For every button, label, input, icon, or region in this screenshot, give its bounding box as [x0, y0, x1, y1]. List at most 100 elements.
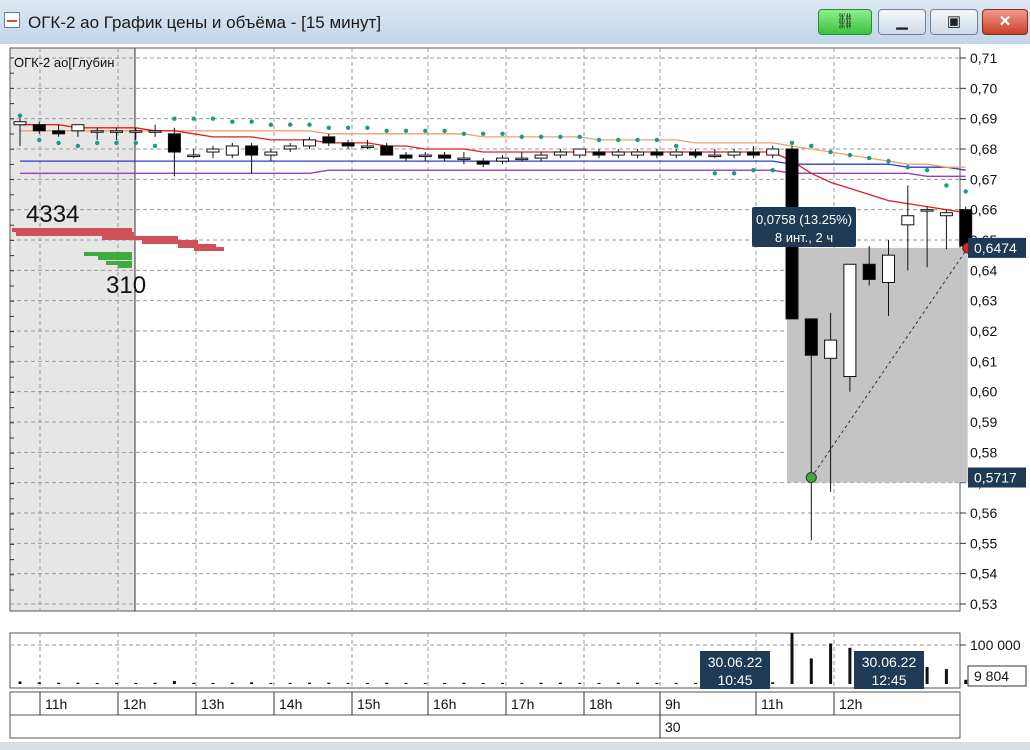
- measurement-change-label: 0,0758 (13.25%): [756, 212, 852, 227]
- candle-down: [52, 130, 66, 135]
- volume-bar: [520, 682, 524, 684]
- minimize-icon: ▁: [896, 13, 908, 30]
- candle-up: [882, 254, 895, 283]
- volume-bar: [848, 647, 852, 684]
- psar-dot: [924, 168, 930, 173]
- minimize-button[interactable]: ▁: [878, 9, 926, 35]
- volume-bar: [790, 632, 794, 684]
- volume-bar: [636, 682, 640, 684]
- candle-down: [245, 145, 259, 156]
- date-tag-right-date: 30.06.22: [862, 654, 917, 670]
- depth-sell-bar: [142, 240, 198, 244]
- candle-up: [303, 139, 316, 147]
- price-volume-chart[interactable]: 0,710,700,690,680,670,660,650,640,630,62…: [0, 44, 1030, 750]
- psar-dot: [249, 119, 254, 124]
- candle-down: [341, 142, 355, 147]
- ma-line-red: [20, 124, 966, 214]
- x-tick-label: 17h: [511, 696, 534, 712]
- candle-up: [727, 151, 741, 156]
- psar-dot: [461, 131, 467, 137]
- candle-up: [939, 212, 953, 217]
- measurement-start-marker: [805, 472, 817, 484]
- psar-dot: [712, 171, 717, 176]
- y-tick-label: 0,71: [970, 50, 997, 66]
- y-tick-label: 0,61: [970, 353, 997, 369]
- candle-up: [360, 145, 374, 148]
- x-tick-label: 11h: [45, 696, 67, 712]
- psar-dot: [654, 137, 660, 143]
- x-tick-label: 9h: [665, 696, 681, 712]
- candle-up: [669, 151, 683, 156]
- ma-line-purple: [20, 169, 966, 177]
- psar-dot: [268, 122, 274, 127]
- depth-buy-bar: [98, 256, 132, 260]
- candle-up: [90, 130, 104, 133]
- volume-bar: [539, 682, 543, 684]
- candle-up: [71, 124, 85, 132]
- candle-up: [206, 148, 220, 153]
- psar-dot: [191, 116, 196, 121]
- volume-bar: [809, 658, 813, 684]
- volume-bar: [250, 682, 254, 684]
- psar-dot: [886, 158, 891, 164]
- psar-dot: [944, 183, 949, 188]
- depth-sell-bar: [194, 247, 224, 251]
- psar-dot: [731, 171, 737, 176]
- psar-dot: [95, 140, 100, 146]
- psar-dot: [481, 131, 486, 137]
- candle-down: [689, 151, 702, 156]
- date-label: 30: [665, 719, 681, 735]
- y-tick-label: 0,62: [970, 323, 997, 339]
- maximize-button[interactable]: ▣: [930, 9, 978, 35]
- candle-up: [553, 151, 567, 156]
- candle-down: [322, 136, 336, 144]
- psar-dot: [152, 143, 158, 149]
- candle-up: [129, 130, 143, 133]
- candle-up: [13, 121, 27, 126]
- candle-down: [32, 124, 46, 132]
- psar-dot: [365, 125, 370, 130]
- volume-plot-frame: [9, 632, 961, 689]
- psar-dot: [635, 137, 640, 143]
- close-icon: ✕: [998, 13, 1012, 30]
- volume-current-label: 9 804: [974, 668, 1009, 684]
- psar-dot: [56, 140, 61, 146]
- psar-dot: [519, 134, 524, 140]
- candle-down: [167, 133, 181, 153]
- volume-bar: [95, 682, 99, 684]
- psar-dot: [751, 168, 756, 173]
- candle-up: [611, 151, 625, 156]
- candle-up: [573, 148, 587, 156]
- volume-bar: [385, 682, 389, 684]
- bottom-scroll-strip: [0, 742, 1030, 750]
- volume-bar: [365, 682, 369, 684]
- candle-up: [920, 209, 934, 212]
- y-tick-label: 0,60: [970, 384, 997, 400]
- psar-dot: [789, 140, 795, 146]
- link-button[interactable]: ⛓: [818, 9, 872, 35]
- y-tick-label: 0,67: [970, 171, 997, 187]
- volume-bar: [18, 681, 22, 684]
- y-tick-label: 0,59: [970, 414, 997, 430]
- volume-bar: [674, 682, 678, 684]
- psar-dot: [37, 137, 42, 143]
- volume-bar: [829, 643, 833, 684]
- y-tick-label: 0,70: [970, 80, 997, 96]
- candle-down: [650, 151, 664, 156]
- volume-bar: [327, 682, 331, 684]
- psar-dot: [17, 113, 23, 118]
- price-axis-label: 0,5717: [974, 470, 1017, 486]
- volume-bar: [192, 682, 196, 684]
- chart-window: 0,710,700,690,680,670,660,650,640,630,62…: [0, 44, 1030, 750]
- volume-bar: [655, 682, 659, 684]
- volume-bar: [578, 682, 582, 684]
- y-tick-label: 0,56: [970, 505, 997, 521]
- volume-bar: [462, 682, 466, 684]
- close-button[interactable]: ✕: [982, 9, 1028, 35]
- candle-up: [708, 154, 722, 158]
- measurement-box: [787, 247, 968, 483]
- psar-dot: [442, 128, 447, 133]
- psar-dot: [616, 137, 621, 143]
- candle-up: [843, 263, 857, 377]
- candle-up: [187, 154, 201, 158]
